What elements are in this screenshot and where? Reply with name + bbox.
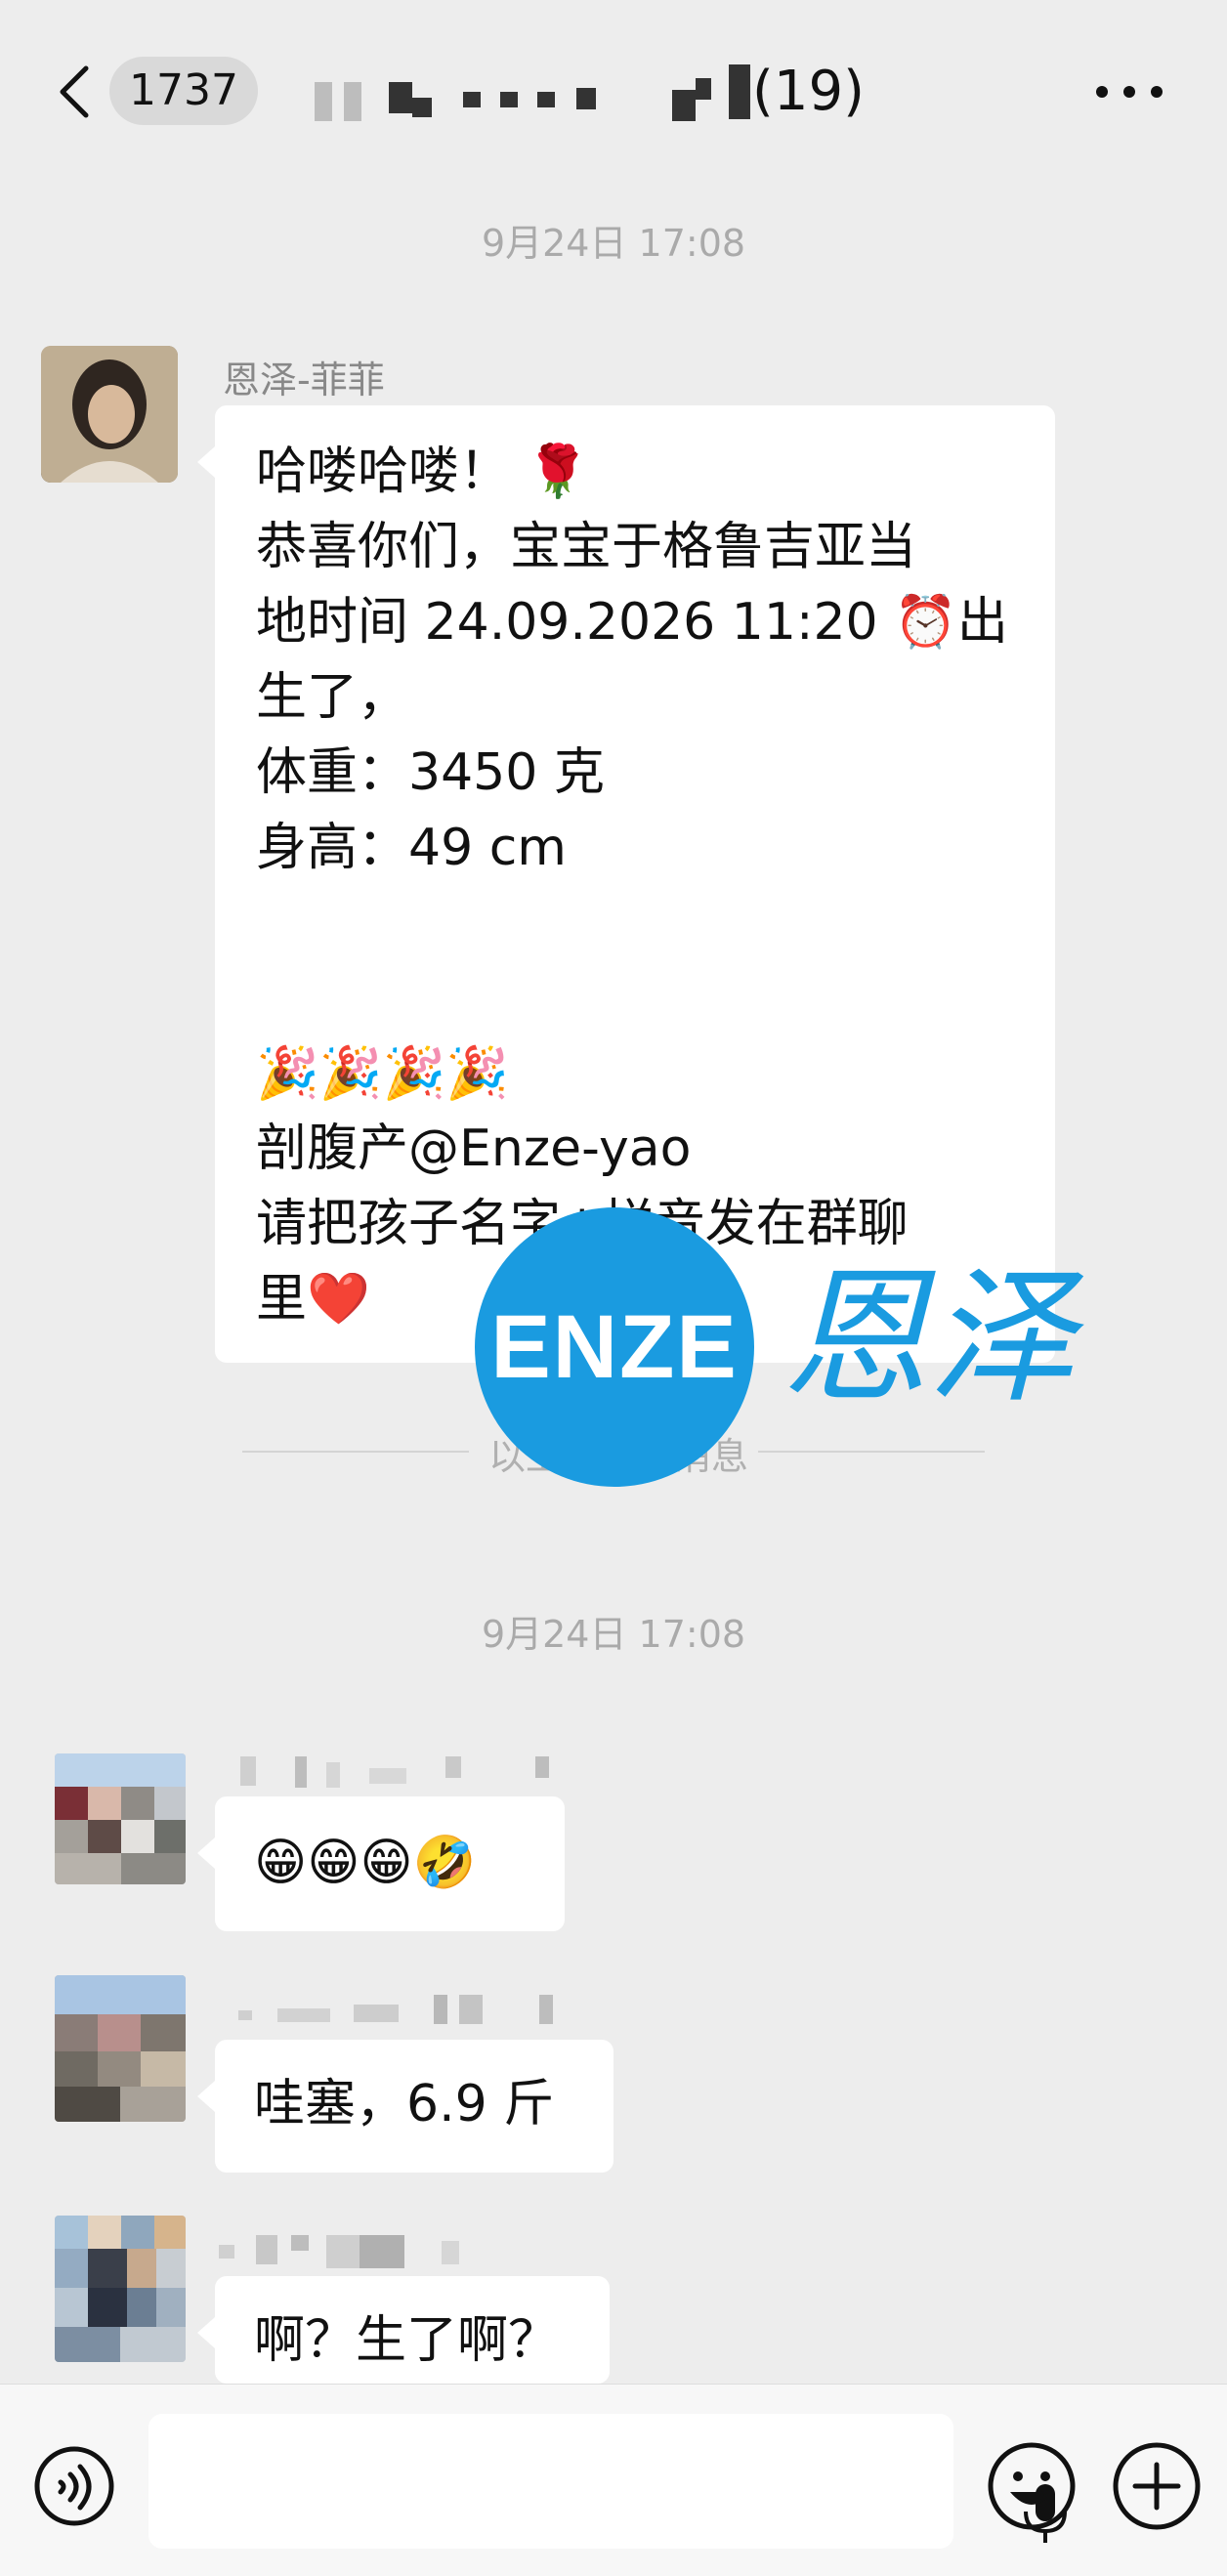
divider-line xyxy=(242,1451,469,1453)
avatar-pixelated xyxy=(55,1975,186,2122)
chevron-left-icon[interactable] xyxy=(55,64,94,119)
message-bubble[interactable]: 啊？生了啊？ xyxy=(197,2276,610,2384)
message-line: 哈喽哈喽！ 🌹 xyxy=(256,443,590,501)
sender-name: 恩泽-菲菲 xyxy=(223,359,385,401)
voice-toggle-icon[interactable] xyxy=(31,2443,117,2529)
more-icon[interactable] xyxy=(1094,84,1164,100)
avatar[interactable] xyxy=(55,1753,186,1884)
sender-name-blurred xyxy=(219,2231,473,2268)
message-bubble[interactable]: 😁😁😁🤣 xyxy=(197,1796,565,1931)
avatar[interactable] xyxy=(41,346,178,483)
message-line: 体重：3450 克 xyxy=(256,743,605,802)
message-line xyxy=(256,961,1016,1036)
unread-count-badge[interactable]: 1737 xyxy=(109,57,258,125)
message-line: 恭喜你们，宝宝于格鲁吉亚当 xyxy=(256,518,917,576)
avatar-photo xyxy=(41,346,178,483)
message-text: 哇塞，6.9 斤 xyxy=(254,2075,555,2133)
avatar[interactable] xyxy=(55,1975,186,2122)
message-bubble[interactable]: 哇塞，6.9 斤 xyxy=(197,2040,614,2173)
message-timestamp: 9月24日 17:08 xyxy=(481,1613,746,1656)
input-bar xyxy=(0,2384,1227,2576)
emoji-icon[interactable] xyxy=(985,2439,1079,2533)
message-timestamp: 9月24日 17:08 xyxy=(481,222,746,265)
group-title: (19) xyxy=(311,55,897,129)
message-line: 🎉🎉🎉🎉 xyxy=(256,1044,509,1103)
message-line: 地时间 24.09.2026 11:20 ⏰出 xyxy=(256,593,1008,652)
avatar-pixelated xyxy=(55,2216,186,2362)
message-line: 剖腹产@Enze-yao xyxy=(256,1119,692,1178)
enze-chinese-logo: 恩泽 xyxy=(782,1253,1076,1423)
member-count: (19) xyxy=(752,60,865,123)
message-text: 啊？生了啊？ xyxy=(254,2311,560,2370)
message-line: 身高：49 cm xyxy=(256,819,567,877)
sender-name-blurred xyxy=(238,1993,561,2028)
message-text: 😁😁😁🤣 xyxy=(254,1834,477,1892)
message-line: 生了， xyxy=(256,668,409,727)
message-line xyxy=(256,886,1016,961)
avatar[interactable] xyxy=(55,2216,186,2362)
chat-header: 1737 (19) xyxy=(0,0,1227,176)
message-input[interactable] xyxy=(148,2414,1067,2549)
enze-logo: ENZE xyxy=(475,1207,754,1487)
avatar-pixelated xyxy=(55,1753,186,1884)
plus-icon[interactable] xyxy=(1110,2439,1204,2533)
divider-line xyxy=(758,1451,985,1453)
sender-name-blurred xyxy=(240,1754,572,1790)
